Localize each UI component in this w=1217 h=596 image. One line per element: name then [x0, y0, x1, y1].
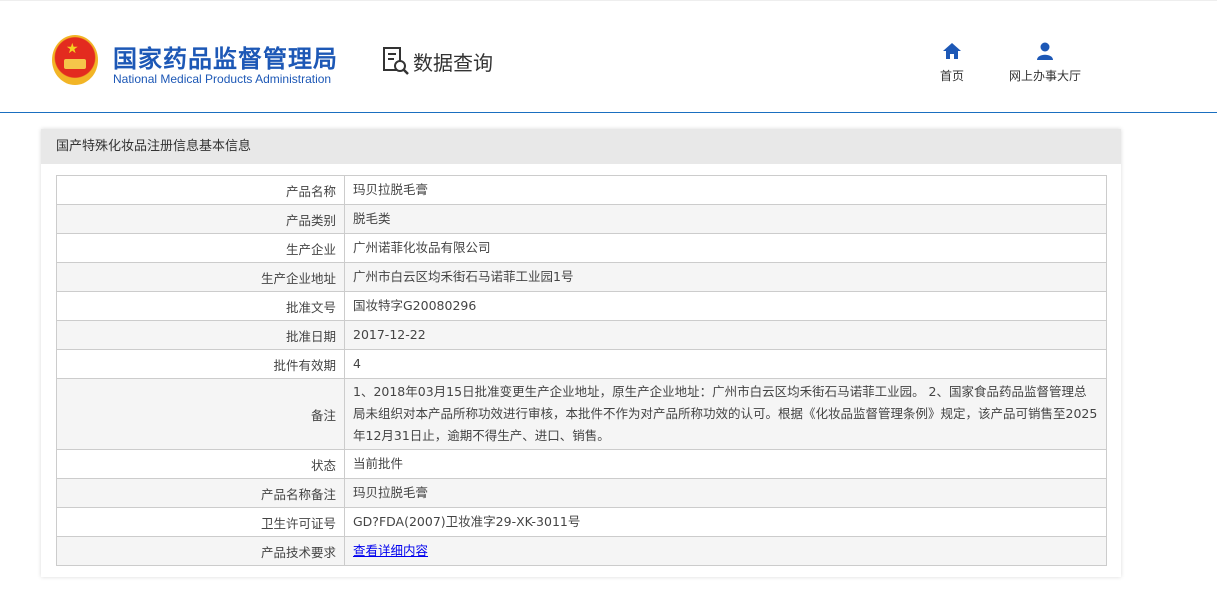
- nav-online-service-hall[interactable]: 网上办事大厅: [1009, 41, 1081, 84]
- row-label: 产品类别: [56, 204, 345, 234]
- view-details-link[interactable]: 查看详细内容: [353, 543, 428, 558]
- table-row: 状态 当前批件: [56, 449, 1107, 479]
- row-label: 批准文号: [56, 291, 345, 321]
- row-value: GD?FDA(2007)卫妆准字29-XK-3011号: [344, 507, 1107, 537]
- row-label: 批件有效期: [56, 349, 345, 379]
- row-label: 状态: [56, 449, 345, 479]
- row-label: 产品名称备注: [56, 478, 345, 508]
- table-row: 产品类别 脱毛类: [56, 204, 1107, 234]
- row-label: 生产企业地址: [56, 262, 345, 292]
- table-row: 批准文号 国妆特字G20080296: [56, 291, 1107, 321]
- site-header: ★ 国家药品监督管理局 National Medical Products Ad…: [0, 0, 1217, 113]
- row-label: 备注: [56, 378, 345, 450]
- row-value: 4: [344, 349, 1107, 379]
- row-label: 产品技术要求: [56, 536, 345, 566]
- user-icon: [1037, 42, 1053, 60]
- row-value: 脱毛类: [344, 204, 1107, 234]
- row-label: 卫生许可证号: [56, 507, 345, 537]
- national-emblem-logo: ★: [52, 35, 98, 85]
- table-row: 备注 1、2018年03月15日批准变更生产企业地址，原生产企业地址：广州市白云区…: [56, 378, 1107, 450]
- table-row: 产品名称备注 玛贝拉脱毛膏: [56, 478, 1107, 508]
- table-row: 生产企业地址 广州市白云区均禾街石马诺菲工业园1号: [56, 262, 1107, 292]
- row-value: 广州市白云区均禾街石马诺菲工业园1号: [344, 262, 1107, 292]
- row-label: 批准日期: [56, 320, 345, 350]
- row-value: 广州诺菲化妆品有限公司: [344, 233, 1107, 263]
- data-query-section: 数据查询: [382, 46, 493, 76]
- nav-home-label: 首页: [940, 69, 965, 83]
- row-value: 国妆特字G20080296: [344, 291, 1107, 321]
- nav-home[interactable]: 首页: [940, 41, 964, 84]
- home-icon: [943, 43, 961, 59]
- logo-title-cn: 国家药品监督管理局: [113, 45, 338, 73]
- table-row: 卫生许可证号 GD?FDA(2007)卫妆准字29-XK-3011号: [56, 507, 1107, 537]
- row-value: 玛贝拉脱毛膏: [344, 175, 1107, 205]
- table-row: 批准日期 2017-12-22: [56, 320, 1107, 350]
- panel-title: 国产特殊化妆品注册信息基本信息: [41, 129, 1121, 164]
- info-panel: 国产特殊化妆品注册信息基本信息 产品名称 玛贝拉脱毛膏 产品类别 脱毛类 生产企业 广州诺…: [41, 129, 1121, 577]
- data-query-title: 数据查询: [413, 50, 493, 75]
- table-row: 产品名称 玛贝拉脱毛膏: [56, 175, 1107, 205]
- logo-title-en: National Medical Products Administration: [113, 72, 332, 86]
- table-row: 生产企业 广州诺菲化妆品有限公司: [56, 233, 1107, 263]
- row-value: 查看详细内容: [344, 536, 1107, 566]
- nav-service-label: 网上办事大厅: [1009, 69, 1082, 83]
- row-label: 产品名称: [56, 175, 345, 205]
- info-table: 产品名称 玛贝拉脱毛膏 产品类别 脱毛类 生产企业 广州诺菲化妆品有限公司 生产企业地址 广州…: [56, 175, 1107, 566]
- table-row: 产品技术要求 查看详细内容: [56, 536, 1107, 566]
- row-label: 生产企业: [56, 233, 345, 263]
- table-row: 批件有效期 4: [56, 349, 1107, 379]
- row-value: 当前批件: [344, 449, 1107, 479]
- row-value: 2017-12-22: [344, 320, 1107, 350]
- row-value: 玛贝拉脱毛膏: [344, 478, 1107, 508]
- row-value: 1、2018年03月15日批准变更生产企业地址，原生产企业地址：广州市白云区均禾…: [344, 378, 1107, 450]
- document-search-icon: [383, 47, 409, 75]
